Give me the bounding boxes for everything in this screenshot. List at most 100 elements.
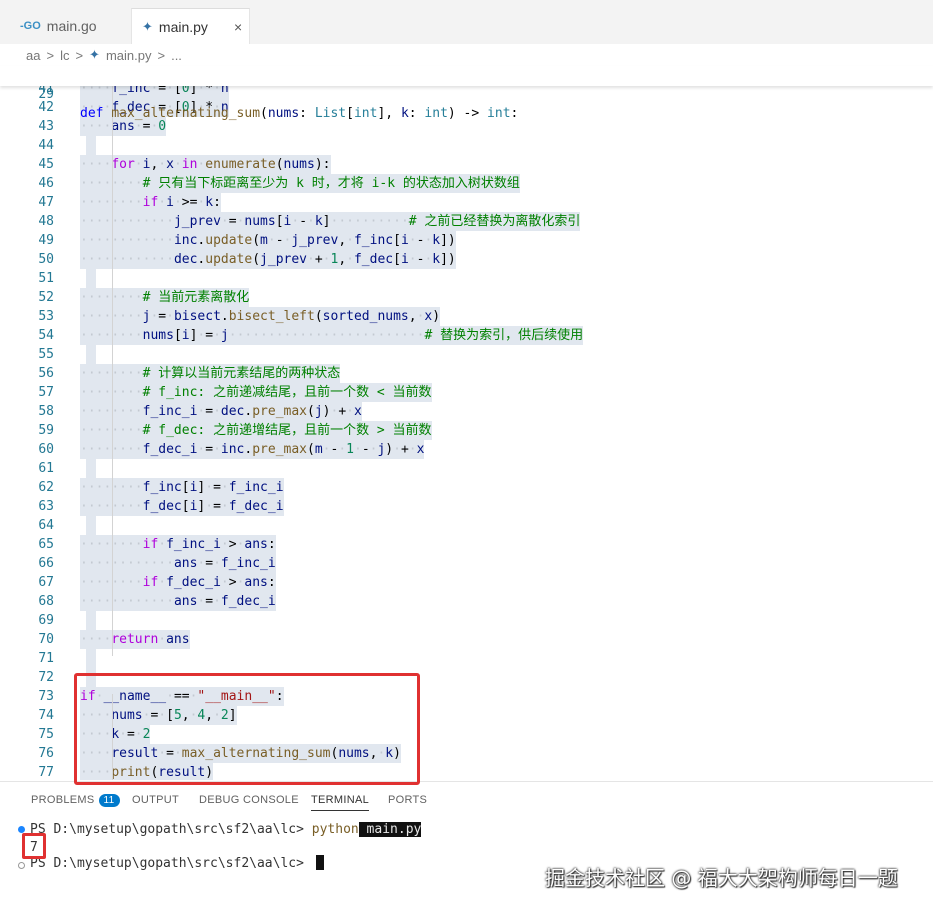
- line-text: ········# 只有当下标距离至少为 k 时，才将 i-k 的状态加入树状数…: [80, 174, 520, 193]
- code-line[interactable]: 54 ········nums[i]·=·j···················…: [0, 326, 933, 345]
- line-text: ········f_dec_i·=·inc.pre_max(m·-·1·-·j)…: [80, 440, 425, 459]
- line-number: 68: [38, 594, 54, 609]
- line-text: ············ans·=·f_dec_i: [80, 592, 276, 611]
- line-text: ············ans·=·f_inc_i: [80, 554, 276, 573]
- line-text: [86, 345, 96, 364]
- line-text: ········f_inc_i·=·dec.pre_max(j)·+·x: [80, 402, 362, 421]
- tab-label: main.go: [46, 18, 97, 34]
- breadcrumb-item[interactable]: main.py: [106, 48, 152, 63]
- line-number: 50: [38, 252, 54, 267]
- line-text: [86, 516, 96, 535]
- code-line[interactable]: 62 ········f_inc[i]·=·f_inc_i: [0, 478, 933, 497]
- terminal-prompt: PS D:\mysetup\gopath\src\sf2\aa\lc>: [30, 822, 312, 837]
- line-number: 49: [38, 233, 54, 248]
- line-number: 29: [38, 87, 54, 102]
- code-line[interactable]: 71: [0, 649, 933, 668]
- code-line[interactable]: 50 ············dec.update(j_prev·+·1,·f_d…: [0, 250, 933, 269]
- code-line[interactable]: 58 ········f_inc_i·=·dec.pre_max(j)·+·x: [0, 402, 933, 421]
- line-number: 59: [38, 423, 54, 438]
- code-line[interactable]: 66 ············ans·=·f_inc_i: [0, 554, 933, 573]
- code-line[interactable]: 68 ············ans·=·f_dec_i: [0, 592, 933, 611]
- code-line[interactable]: 52 ········# 当前元素离散化: [0, 288, 933, 307]
- code-line[interactable]: 44: [0, 136, 933, 155]
- line-number: 67: [38, 575, 54, 590]
- code-line[interactable]: 61: [0, 459, 933, 478]
- code-line[interactable]: 46 ········# 只有当下标距离至少为 k 时，才将 i-k 的状态加入树…: [0, 174, 933, 193]
- code-line[interactable]: 48 ············j_prev·=·nums[i·-·k]······…: [0, 212, 933, 231]
- line-text: [86, 611, 96, 630]
- watermark: 掘金技术社区 @ 福大大架构师每日一题: [545, 866, 898, 890]
- code-line[interactable]: 45 ····for·i,·x·in·enumerate(nums):: [0, 155, 933, 174]
- line-number: 56: [38, 366, 54, 381]
- terminal-prompt: PS D:\mysetup\gopath\src\sf2\aa\lc>: [30, 856, 312, 871]
- tab-problems[interactable]: PROBLEMS 11: [31, 794, 120, 807]
- line-number: 46: [38, 176, 54, 191]
- line-number: 74: [38, 708, 54, 723]
- code-line[interactable]: 59 ········# f_dec: 之前递增结尾，且前一个数 > 当前数: [0, 421, 933, 440]
- code-line[interactable]: 41 ····f_inc·=·[0]·*·n: [0, 86, 933, 98]
- breadcrumb: aa > lc > ✦ main.py > ...: [0, 44, 933, 66]
- line-number: 58: [38, 404, 54, 419]
- tab-main-py[interactable]: ✦ main.py ×: [131, 8, 250, 45]
- code-line[interactable]: 55: [0, 345, 933, 364]
- line-text: ········nums[i]·=·j·····················…: [80, 326, 584, 345]
- line-text: [86, 269, 96, 288]
- code-line[interactable]: 49 ············inc.update(m·-·j_prev,·f_i…: [0, 231, 933, 250]
- code-line[interactable]: 63 ········f_dec[i]·=·f_dec_i: [0, 497, 933, 516]
- terminal-command: python: [311, 822, 359, 837]
- go-file-icon: -GO: [20, 20, 41, 32]
- line-number: 70: [38, 632, 54, 647]
- line-number: 77: [38, 765, 54, 780]
- line-text: ········# f_inc: 之前递减结尾，且前一个数 < 当前数: [80, 383, 432, 402]
- line-text: ········# f_dec: 之前递增结尾，且前一个数 > 当前数: [80, 421, 432, 440]
- command-success-icon: [18, 826, 25, 833]
- panel-tab-bar: PROBLEMS 11 OUTPUT DEBUG CONSOLE TERMINAL…: [0, 782, 933, 818]
- line-number: 73: [38, 689, 54, 704]
- close-icon[interactable]: ×: [234, 19, 242, 35]
- line-number: 53: [38, 309, 54, 324]
- line-text: ········f_inc[i]·=·f_inc_i: [80, 478, 284, 497]
- code-line[interactable]: 60 ········f_dec_i·=·inc.pre_max(m·-·1·-·…: [0, 440, 933, 459]
- tab-main-go[interactable]: -GO main.go: [10, 8, 130, 44]
- code-line[interactable]: 47 ········if·i·>=·k:: [0, 193, 933, 212]
- code-line[interactable]: 69: [0, 611, 933, 630]
- line-number: 52: [38, 290, 54, 305]
- line-number: 76: [38, 746, 54, 761]
- line-number: 51: [38, 271, 54, 286]
- line-text: ········j·=·bisect.bisect_left(sorted_nu…: [80, 307, 441, 326]
- line-text: ····for·i,·x·in·enumerate(nums):: [80, 155, 331, 174]
- python-icon: ✦: [142, 19, 153, 34]
- line-number: 60: [38, 442, 54, 457]
- code-line[interactable]: 65 ········if·f_inc_i·>·ans:: [0, 535, 933, 554]
- tab-ports[interactable]: PORTS: [388, 794, 427, 806]
- chevron-right-icon: >: [46, 47, 55, 63]
- line-text: ········# 计算以当前元素结尾的两种状态: [80, 364, 341, 383]
- line-text: ········if·i·>=·k:: [80, 193, 221, 212]
- command-pending-icon: [18, 862, 25, 869]
- code-line[interactable]: 51: [0, 269, 933, 288]
- line-text: ········# 当前元素离散化: [80, 288, 250, 307]
- code-line[interactable]: 64: [0, 516, 933, 535]
- line-number: 57: [38, 385, 54, 400]
- tab-output[interactable]: OUTPUT: [132, 794, 179, 806]
- line-number: 75: [38, 727, 54, 742]
- indent-guide: [112, 86, 113, 656]
- tab-debug-console[interactable]: DEBUG CONSOLE: [199, 794, 299, 806]
- function-signature: def max_alternating_sum(nums: List[int],…: [80, 106, 519, 121]
- line-text: ········if·f_inc_i·>·ans:: [80, 535, 276, 554]
- line-number: 72: [38, 670, 54, 685]
- code-line[interactable]: 53 ········j·=·bisect.bisect_left(sorted_…: [0, 307, 933, 326]
- breadcrumb-item[interactable]: aa: [26, 48, 40, 63]
- tab-terminal[interactable]: TERMINAL: [311, 794, 370, 811]
- line-number: 71: [38, 651, 54, 666]
- terminal-line: PS D:\mysetup\gopath\src\sf2\aa\lc> pyth…: [30, 822, 422, 837]
- line-number: 47: [38, 195, 54, 210]
- code-line[interactable]: 70 ····return·ans: [0, 630, 933, 649]
- code-line[interactable]: 57 ········# f_inc: 之前递减结尾，且前一个数 < 当前数: [0, 383, 933, 402]
- breadcrumb-item[interactable]: ...: [171, 48, 182, 63]
- code-line[interactable]: 56 ········# 计算以当前元素结尾的两种状态: [0, 364, 933, 383]
- sticky-scroll-header[interactable]: 29 def max_alternating_sum(nums: List[in…: [0, 66, 933, 121]
- breadcrumb-item[interactable]: lc: [60, 48, 69, 63]
- code-line[interactable]: 67 ········if·f_dec_i·>·ans:: [0, 573, 933, 592]
- line-number: 55: [38, 347, 54, 362]
